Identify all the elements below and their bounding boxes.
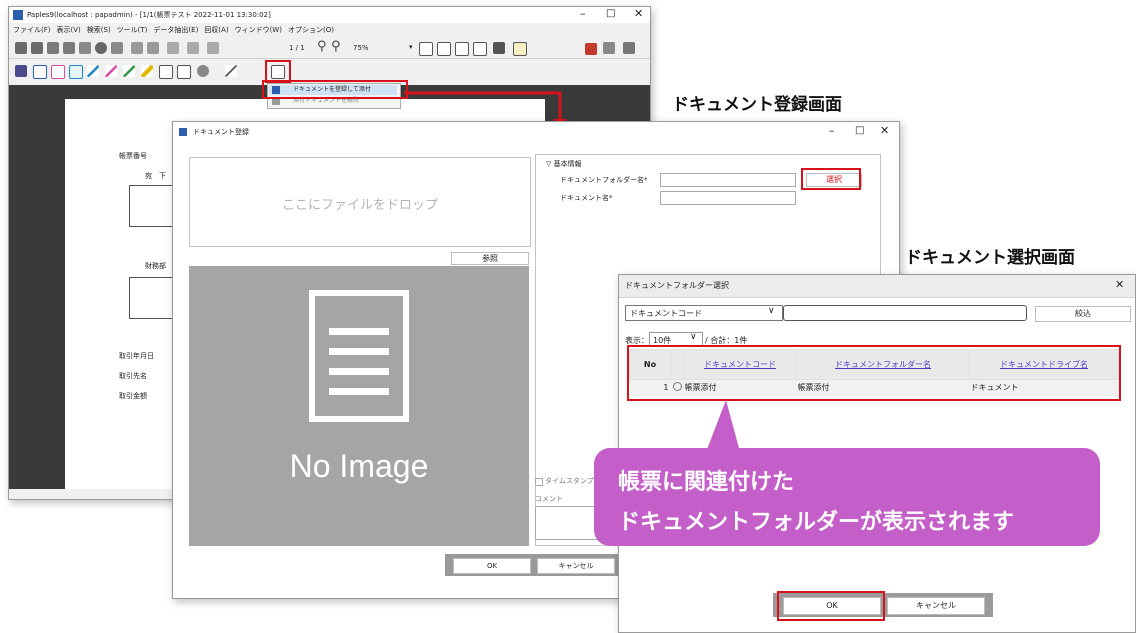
- callout-box: 帳票に関連付けた ドキュメントフォルダーが表示されます: [594, 448, 1100, 546]
- callout-line-1: 帳票に関連付けた: [618, 470, 795, 495]
- callout-line-2: ドキュメントフォルダーが表示されます: [618, 510, 1015, 535]
